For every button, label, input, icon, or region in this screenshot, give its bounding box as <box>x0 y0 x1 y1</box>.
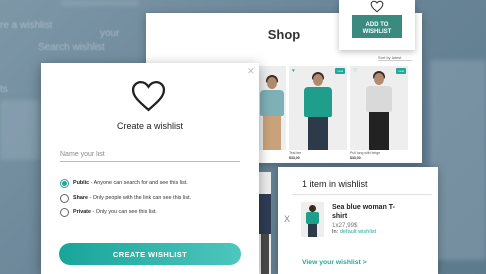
wishlist-name-input[interactable] <box>60 148 240 162</box>
view-wishlist-link[interactable]: View your wishlist > <box>302 259 367 266</box>
add-to-wishlist-callout: ADD TO WISHLIST <box>339 0 415 50</box>
divider <box>292 194 432 195</box>
option-label: Private - Only you can see this list. <box>73 209 157 215</box>
item-price: 1x27,99$ <box>332 222 358 229</box>
add-to-wishlist-button[interactable]: ADD TO WISHLIST <box>352 15 402 38</box>
sort-select[interactable]: Sort by latest <box>378 55 412 61</box>
product-name: Pull long with beige <box>350 151 381 155</box>
product-image: ♥ new <box>289 66 347 150</box>
bg-block-3 <box>60 0 140 6</box>
radio-button[interactable] <box>60 207 69 217</box>
bg-text-1: re a wishlist <box>0 20 53 31</box>
wishlist-heart-icon[interactable]: ♡ <box>353 68 357 74</box>
modal-title: Create a wishlist <box>116 121 184 131</box>
privacy-option-public[interactable]: Public - Anyone can search for and see t… <box>60 178 188 188</box>
bg-text-3: your <box>100 28 120 39</box>
option-label: Share - Only people with the link can se… <box>73 195 192 201</box>
heart-outline-icon <box>370 0 384 13</box>
privacy-option-private[interactable]: Private - Only you can see this list. <box>60 207 157 217</box>
item-thumbnail <box>301 202 324 237</box>
new-badge: new <box>335 68 345 74</box>
bg-block-2 <box>430 60 486 260</box>
product-image: ♡ new <box>350 66 408 150</box>
bg-block-1 <box>0 100 40 160</box>
item-wishlist-info: In: default wishlist <box>332 229 377 235</box>
summary-title: 1 item in wishlist <box>302 179 368 189</box>
radio-button[interactable] <box>60 178 69 188</box>
create-wishlist-button[interactable]: CREATE WISHLIST <box>59 243 241 265</box>
wishlist-heart-icon[interactable]: ♥ <box>292 68 295 74</box>
product-card[interactable]: ♥ new Teal tee $33,00 <box>289 66 347 163</box>
create-wishlist-modal: ✕ Create a wishlist Public - Anyone can … <box>41 63 259 274</box>
wishlist-link[interactable]: default wishlist <box>340 229 376 235</box>
close-icon[interactable]: ✕ <box>247 66 255 77</box>
option-label: Public - Anyone can search for and see t… <box>73 180 188 186</box>
heart-outline-icon <box>131 80 166 112</box>
radio-button[interactable] <box>60 193 69 203</box>
product-price: $33,00 <box>289 156 300 160</box>
bg-text-4: ts <box>0 84 8 95</box>
wishlist-summary-panel: 1 item in wishlist X Sea blue woman T-sh… <box>278 167 438 274</box>
product-image-partial <box>259 172 271 274</box>
item-name: Sea blue woman T-shirt <box>332 204 396 220</box>
product-price: $33,00 <box>350 156 361 160</box>
product-name: Teal tee <box>289 151 302 155</box>
bg-text-2: Search wishlist <box>38 42 105 53</box>
new-badge: new <box>396 68 406 74</box>
privacy-option-share[interactable]: Share - Only people with the link can se… <box>60 193 191 203</box>
remove-item-icon[interactable]: X <box>284 214 290 224</box>
product-card[interactable]: ♡ new Pull long with beige $33,00 <box>350 66 408 163</box>
